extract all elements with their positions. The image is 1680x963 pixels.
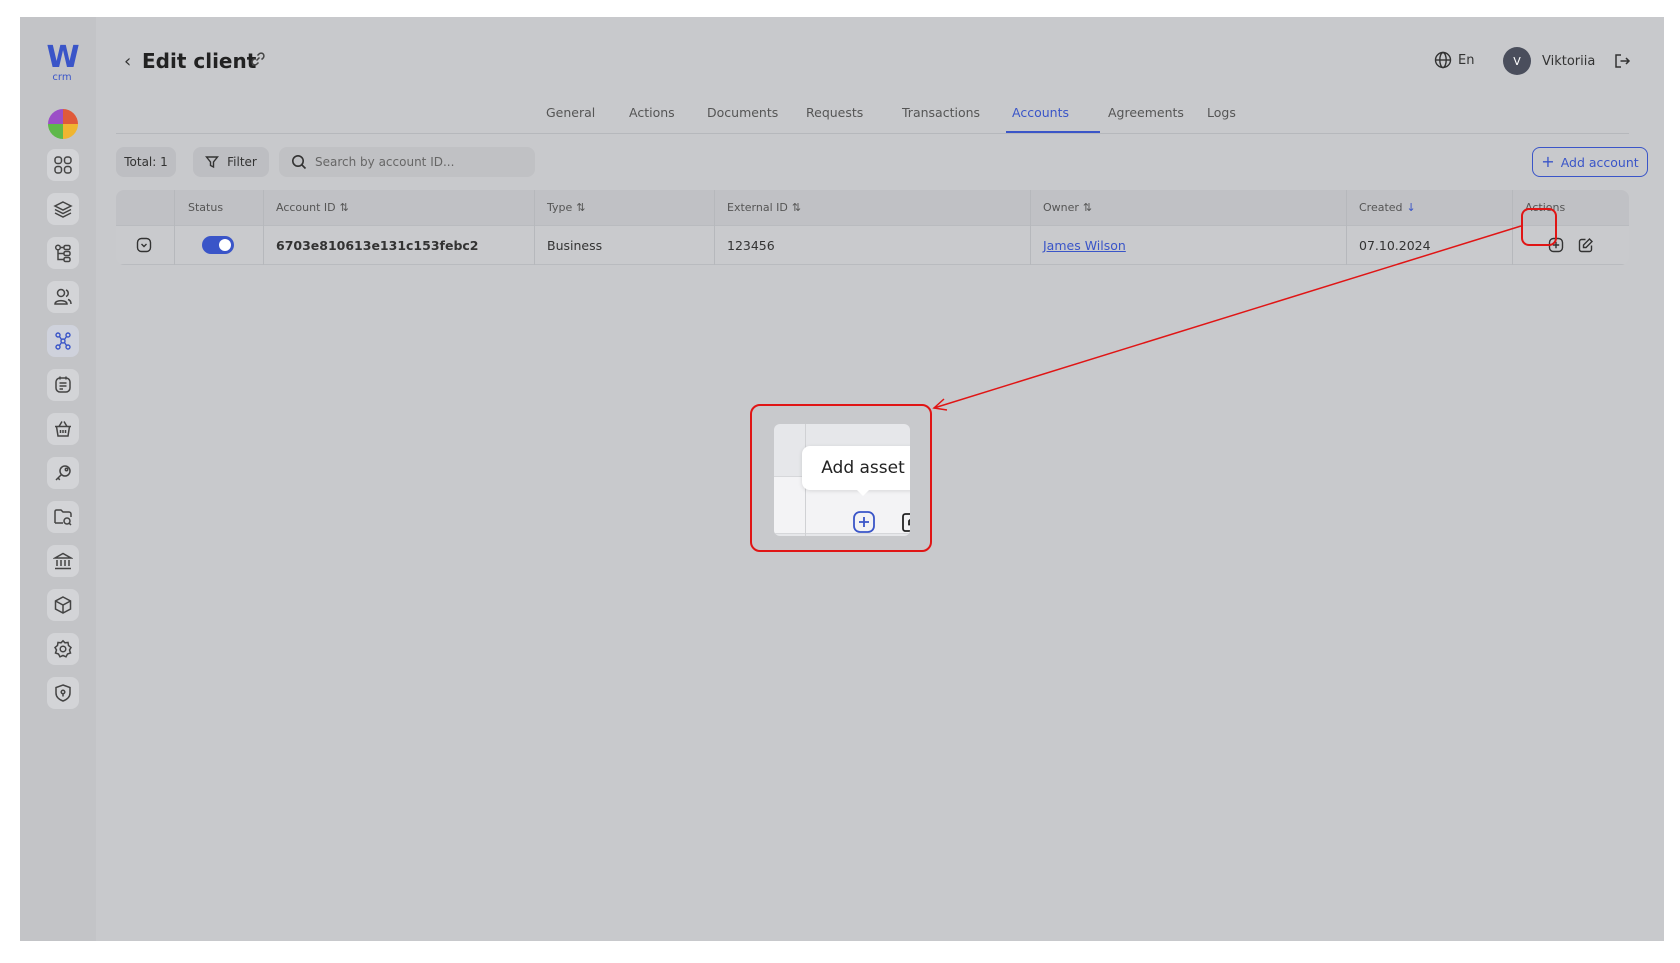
back-icon[interactable]: ‹	[124, 51, 131, 72]
tab-logs[interactable]: Logs	[1207, 105, 1236, 120]
column-header-owner[interactable]: Owner ⇅	[1043, 201, 1092, 214]
globe-icon	[1434, 51, 1452, 69]
tab-transactions[interactable]: Transactions	[902, 105, 980, 120]
tab-general[interactable]: General	[546, 105, 595, 120]
column-divider	[534, 190, 535, 265]
sort-desc-icon: ↓	[1406, 201, 1416, 214]
add-account-button[interactable]: + Add account	[1532, 147, 1648, 177]
search-box	[279, 147, 535, 177]
page-header: ‹ Edit client En V Viktoriia	[116, 45, 1646, 81]
table-header: Status Account ID ⇅ Type ⇅ External ID ⇅ Ow…	[116, 190, 1629, 225]
zoom-callout: Add asset	[750, 404, 932, 552]
tab-actions[interactable]: Actions	[629, 105, 675, 120]
sort-icon: ⇅	[1082, 201, 1093, 214]
users-icon	[54, 288, 72, 305]
tasks-icon	[55, 376, 71, 393]
folder-icon	[54, 509, 72, 526]
funnel-icon	[205, 156, 220, 169]
column-divider	[1512, 190, 1513, 265]
plus-square-icon	[853, 511, 875, 533]
user-name[interactable]: Viktoriia	[1542, 54, 1595, 69]
sidebar-item-basket[interactable]	[47, 413, 79, 445]
account-id-cell: 6703e810613e131c153febc2	[276, 238, 479, 253]
column-divider	[714, 190, 715, 265]
copy-link-icon[interactable]	[250, 51, 266, 71]
basket-icon	[55, 421, 71, 437]
annotation-highlight	[1521, 208, 1557, 246]
zoom-add-asset-button	[852, 510, 876, 536]
shield-icon	[55, 684, 71, 702]
edit-icon	[902, 513, 910, 532]
sidebar-item-users[interactable]	[47, 281, 79, 313]
sidebar-item-hierarchy[interactable]	[47, 237, 79, 269]
sidebar: W crm	[20, 17, 96, 941]
sidebar-item-security[interactable]	[47, 677, 79, 709]
tab-accounts[interactable]: Accounts	[1012, 105, 1069, 120]
column-header-account-id[interactable]: Account ID ⇅	[276, 201, 349, 214]
key-icon	[55, 465, 71, 481]
search-icon	[292, 155, 307, 170]
total-count-badge: Total: 1	[116, 147, 176, 177]
zoom-edit-button	[900, 510, 910, 536]
zoom-content: Add asset	[774, 424, 910, 536]
filter-label: Filter	[227, 155, 257, 169]
edit-icon	[1578, 238, 1593, 253]
active-tab-indicator	[1006, 131, 1100, 133]
add-asset-tooltip: Add asset	[802, 446, 910, 496]
column-header-status[interactable]: Status	[188, 201, 223, 214]
sidebar-item-layers[interactable]	[47, 193, 79, 225]
tab-agreements[interactable]: Agreements	[1108, 105, 1184, 120]
expand-row-icon[interactable]	[136, 237, 152, 257]
bank-icon	[53, 552, 73, 570]
status-toggle[interactable]	[202, 236, 234, 254]
sidebar-item-tasks[interactable]	[47, 369, 79, 401]
dashboard-icon	[54, 156, 72, 174]
sidebar-item-folder[interactable]	[47, 501, 79, 533]
filter-button[interactable]: Filter	[193, 147, 269, 177]
column-divider	[1346, 190, 1347, 265]
app-logo[interactable]: W crm	[44, 43, 80, 83]
sidebar-item-cube[interactable]	[47, 589, 79, 621]
sidebar-item-bank[interactable]	[47, 545, 79, 577]
logout-icon[interactable]	[1613, 52, 1631, 74]
groups-icon	[55, 332, 71, 350]
owner-link[interactable]: James Wilson	[1043, 238, 1126, 253]
type-cell: Business	[547, 238, 603, 253]
plus-icon: +	[1541, 152, 1555, 171]
accounts-table: Status Account ID ⇅ Type ⇅ External ID ⇅ Ow…	[116, 190, 1629, 265]
hierarchy-icon	[54, 244, 71, 263]
layers-icon	[53, 201, 73, 218]
sidebar-item-groups[interactable]	[47, 325, 79, 357]
table-row: 6703e810613e131c153febc2 Business 123456…	[116, 225, 1629, 265]
created-cell: 07.10.2024	[1359, 238, 1431, 253]
settings-icon	[54, 639, 72, 658]
sort-icon: ⇅	[791, 201, 802, 214]
language-label: En	[1458, 52, 1475, 68]
sidebar-item-keys[interactable]	[47, 457, 79, 489]
sort-icon: ⇅	[576, 201, 586, 214]
column-header-external-id[interactable]: External ID ⇅	[727, 201, 801, 214]
page-title: Edit client	[142, 49, 257, 73]
logo-mark: W	[46, 40, 79, 75]
brand-pie-icon[interactable]	[48, 109, 78, 139]
column-divider	[263, 190, 264, 265]
external-id-cell: 123456	[727, 238, 775, 253]
edit-account-button[interactable]	[1578, 237, 1594, 257]
sidebar-item-settings[interactable]	[47, 633, 79, 665]
search-input[interactable]	[315, 155, 515, 169]
column-divider	[1030, 190, 1031, 265]
column-header-type[interactable]: Type ⇅	[547, 201, 585, 214]
avatar[interactable]: V	[1503, 47, 1531, 75]
sort-icon: ⇅	[339, 201, 349, 214]
cube-icon	[54, 596, 72, 614]
sidebar-item-dashboard[interactable]	[47, 149, 79, 181]
column-divider	[174, 190, 175, 265]
add-account-label: Add account	[1560, 154, 1639, 170]
column-header-created[interactable]: Created ↓	[1359, 201, 1416, 214]
tab-documents[interactable]: Documents	[707, 105, 778, 120]
tab-bar: General Actions Documents Requests Trans…	[116, 93, 1629, 134]
language-switcher[interactable]: En	[1434, 51, 1474, 69]
tab-requests[interactable]: Requests	[806, 105, 863, 120]
